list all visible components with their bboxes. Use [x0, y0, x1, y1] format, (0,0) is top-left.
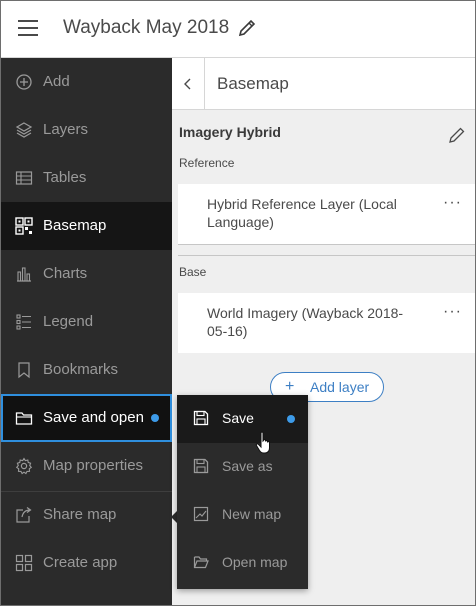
folder-icon — [15, 409, 33, 427]
menu-item-open-map[interactable]: Open map — [177, 539, 308, 587]
pencil-icon[interactable] — [237, 18, 257, 38]
sidebar-item-save-and-open[interactable]: Save and open — [1, 394, 172, 442]
reference-section-label: Reference — [179, 156, 235, 170]
sidebar-item-label: Add — [43, 73, 70, 90]
menu-item-label: Save as — [222, 458, 273, 474]
save-as-icon — [193, 458, 209, 474]
map-title: Wayback May 2018 — [63, 17, 230, 38]
panel-title: Basemap — [217, 74, 289, 93]
sidebar-item-layers[interactable]: Layers — [1, 106, 172, 154]
back-button[interactable] — [172, 58, 205, 110]
new-map-icon — [193, 506, 209, 522]
section-divider — [178, 255, 475, 256]
app-header: Wayback May 2018 — [1, 1, 475, 58]
menu-item-save-as[interactable]: Save as — [177, 443, 308, 491]
sidebar: Add Layers Tables Basemap Charts Legend … — [1, 58, 172, 605]
sidebar-item-label: Create app — [43, 554, 118, 571]
chevron-left-icon — [183, 77, 193, 96]
share-icon — [15, 506, 33, 524]
unsaved-indicator-dot — [151, 414, 159, 422]
open-folder-icon — [193, 554, 209, 570]
bar-chart-icon — [15, 265, 33, 283]
section-divider — [178, 244, 475, 245]
sidebar-item-add[interactable]: Add — [1, 58, 172, 106]
sidebar-item-charts[interactable]: Charts — [1, 250, 172, 298]
sidebar-item-label: Legend — [43, 313, 94, 330]
sidebar-item-label: Layers — [43, 121, 89, 138]
unsaved-indicator-dot — [287, 415, 295, 423]
basemap-grid-icon — [15, 217, 33, 235]
sidebar-item-tables[interactable]: Tables — [1, 154, 172, 202]
edit-basemap-pencil-icon[interactable] — [448, 126, 466, 144]
bookmark-icon — [15, 361, 33, 379]
save-open-menu: Save Save as New map Open map — [177, 395, 308, 589]
base-layer-card[interactable]: World Imagery (Wayback 2018-05-16) ··· — [178, 293, 475, 353]
sidebar-item-map-properties[interactable]: Map properties — [1, 442, 172, 490]
legend-list-icon — [15, 313, 33, 331]
plus-icon: + — [285, 378, 295, 395]
sidebar-item-bookmarks[interactable]: Bookmarks — [1, 346, 172, 394]
add-layer-label: Add layer — [310, 379, 370, 395]
sidebar-item-label: Save and open — [43, 409, 144, 426]
sidebar-item-label: Charts — [43, 265, 88, 282]
base-section-label: Base — [179, 265, 207, 279]
app-grid-icon — [15, 554, 33, 572]
plus-circle-icon — [15, 73, 33, 91]
menu-item-label: Save — [222, 410, 254, 426]
sidebar-item-share-map[interactable]: Share map — [1, 491, 172, 539]
sidebar-item-basemap[interactable]: Basemap — [1, 202, 172, 250]
sidebar-item-label: Map properties — [43, 457, 144, 474]
menu-item-save[interactable]: Save — [177, 395, 308, 443]
base-layer-name: World Imagery (Wayback 2018-05-16) — [207, 305, 404, 339]
menu-item-label: Open map — [222, 554, 288, 570]
sidebar-item-create-app[interactable]: Create app — [1, 539, 172, 587]
layers-icon — [15, 121, 33, 139]
reference-layer-name: Hybrid Reference Layer (Local Language) — [207, 196, 397, 230]
gear-icon — [15, 457, 33, 475]
basemap-name: Imagery Hybrid — [179, 124, 281, 140]
more-horizontal-icon[interactable]: ··· — [443, 194, 462, 212]
app-frame: Wayback May 2018 Add Layers Tables Basem… — [0, 0, 476, 606]
more-horizontal-icon[interactable]: ··· — [443, 303, 462, 321]
sidebar-item-label: Tables — [43, 169, 87, 186]
menu-item-new-map[interactable]: New map — [177, 491, 308, 539]
sidebar-item-label: Share map — [43, 506, 117, 523]
reference-layer-card[interactable]: Hybrid Reference Layer (Local Language) … — [178, 184, 475, 244]
menu-item-label: New map — [222, 506, 282, 522]
sidebar-item-legend[interactable]: Legend — [1, 298, 172, 346]
hamburger-menu-icon[interactable] — [18, 19, 38, 37]
sidebar-item-label: Bookmarks — [43, 361, 119, 378]
sidebar-item-label: Basemap — [43, 217, 107, 234]
table-icon — [15, 169, 33, 187]
panel-header: Basemap — [172, 58, 475, 110]
save-icon — [193, 410, 209, 426]
hand-pointer-cursor-icon — [255, 431, 275, 455]
